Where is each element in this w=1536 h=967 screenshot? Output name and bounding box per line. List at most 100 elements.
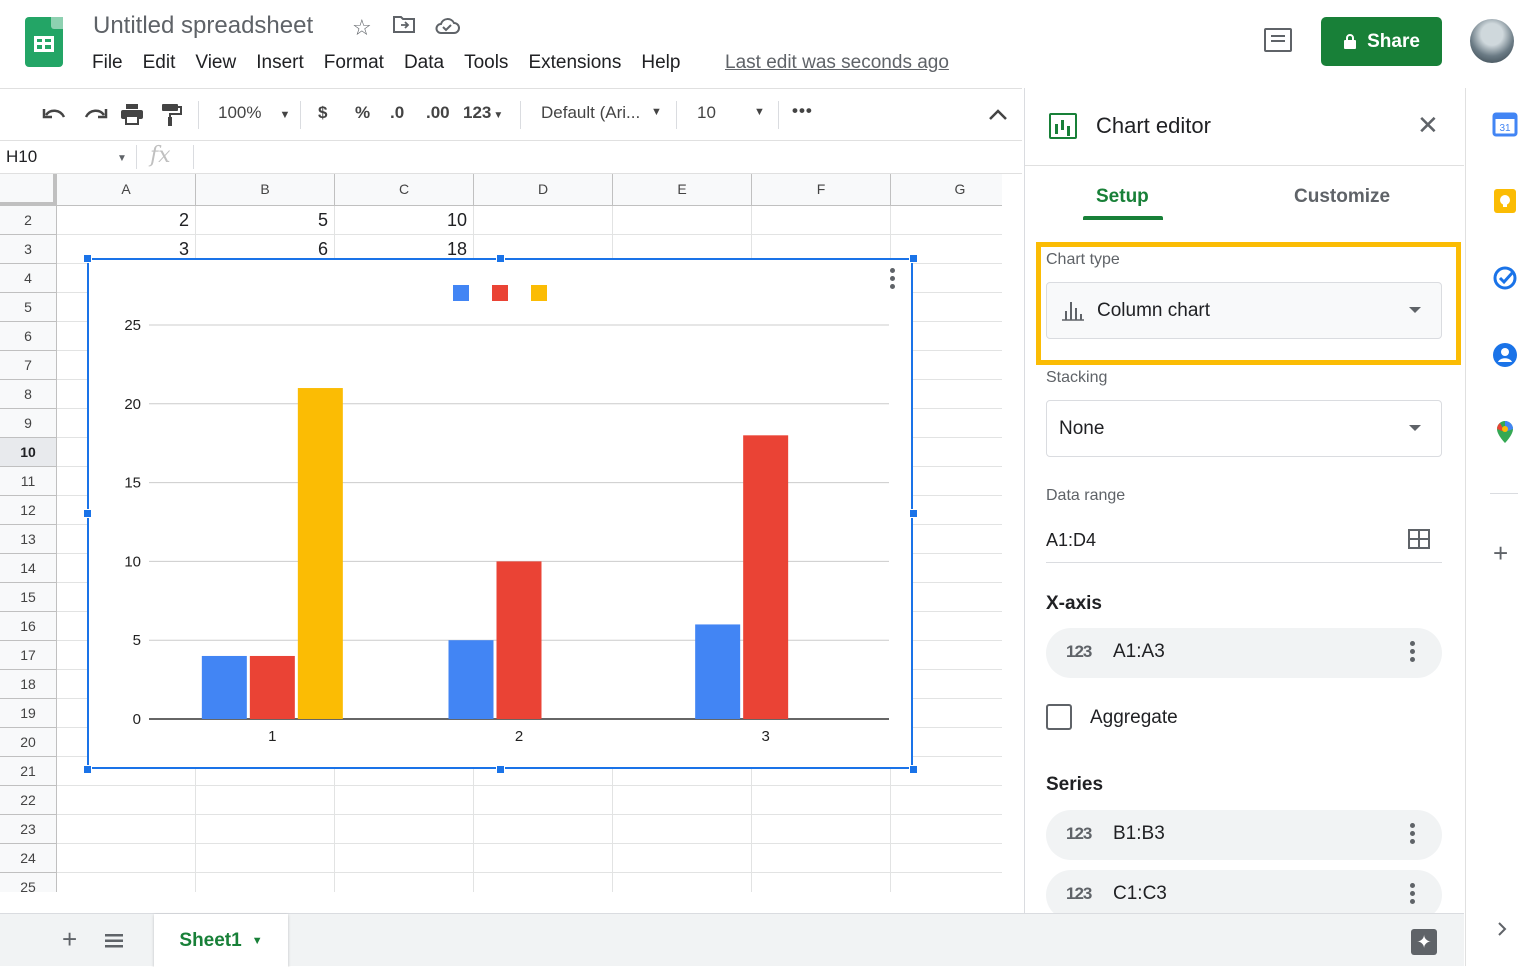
cell[interactable] [196, 844, 335, 873]
name-box[interactable]: H10 [6, 147, 37, 167]
menu-help[interactable]: Help [641, 52, 680, 76]
explore-icon[interactable]: ✦ [1411, 929, 1437, 955]
row-header-24[interactable]: 24 [0, 844, 57, 873]
cell[interactable] [335, 786, 474, 815]
aggregate-checkbox[interactable] [1046, 704, 1072, 730]
xaxis-range-pill[interactable]: 123 A1:A3 [1046, 628, 1442, 678]
resize-handle[interactable] [83, 765, 92, 774]
cell[interactable] [335, 815, 474, 844]
series-pill[interactable]: 123 B1:B3 [1046, 810, 1442, 860]
contacts-icon[interactable] [1492, 342, 1518, 368]
cell[interactable] [57, 873, 196, 892]
cell[interactable] [335, 844, 474, 873]
font-size-select[interactable]: 10 ▼ [697, 103, 767, 123]
row-header-9[interactable]: 9 [0, 409, 57, 438]
cell[interactable] [196, 786, 335, 815]
menu-edit[interactable]: Edit [143, 52, 176, 76]
embedded-chart[interactable]: 0 5 10 15 20 25 1 2 3 [87, 258, 913, 769]
cell[interactable] [196, 815, 335, 844]
row-header-14[interactable]: 14 [0, 554, 57, 583]
row-header-2[interactable]: 2 [0, 206, 57, 235]
resize-handle[interactable] [496, 765, 505, 774]
more-vert-icon[interactable] [1410, 823, 1415, 847]
cell[interactable] [891, 815, 1002, 844]
chevron-down-icon[interactable]: ▼ [117, 153, 127, 164]
column-header-b[interactable]: B [196, 174, 335, 206]
cell[interactable] [474, 786, 613, 815]
add-addon-icon[interactable]: + [1493, 538, 1508, 569]
stacking-dropdown[interactable]: None [1046, 400, 1442, 457]
row-header-16[interactable]: 16 [0, 612, 57, 641]
row-header-21[interactable]: 21 [0, 757, 57, 786]
cell[interactable] [891, 873, 1002, 892]
last-edit-link[interactable]: Last edit was seconds ago [725, 52, 949, 74]
comment-history-icon[interactable] [1264, 28, 1292, 52]
decrease-decimal-button[interactable]: .0 [390, 103, 404, 123]
maps-icon[interactable] [1492, 419, 1518, 445]
cell[interactable] [613, 786, 752, 815]
row-header-8[interactable]: 8 [0, 380, 57, 409]
font-select[interactable]: Default (Ari... ▼ [541, 103, 663, 123]
cell[interactable] [57, 786, 196, 815]
more-vert-icon[interactable] [1410, 883, 1415, 907]
zoom-select[interactable]: 100% ▼ [218, 103, 290, 123]
column-header-f[interactable]: F [752, 174, 891, 206]
keep-icon[interactable] [1492, 188, 1518, 214]
row-header-7[interactable]: 7 [0, 351, 57, 380]
menu-view[interactable]: View [195, 52, 236, 76]
resize-handle[interactable] [909, 509, 918, 518]
menu-file[interactable]: File [92, 52, 123, 76]
cell[interactable] [752, 815, 891, 844]
tab-customize[interactable]: Customize [1294, 186, 1390, 208]
cell[interactable] [474, 206, 613, 235]
sheet-tab-sheet1[interactable]: Sheet1 ▼ [154, 914, 288, 967]
cell[interactable] [613, 844, 752, 873]
cell[interactable] [752, 873, 891, 892]
document-title[interactable]: Untitled spreadsheet [93, 12, 313, 40]
row-header-11[interactable]: 11 [0, 467, 57, 496]
data-range-field[interactable]: A1:D4 [1046, 518, 1442, 563]
star-icon[interactable]: ☆ [352, 15, 372, 41]
undo-icon[interactable] [42, 105, 68, 125]
row-header-25[interactable]: 25 [0, 873, 57, 892]
column-header-g[interactable]: G [891, 174, 1002, 206]
more-options-icon[interactable]: ••• [792, 101, 813, 121]
cell[interactable] [57, 815, 196, 844]
cell[interactable]: 10 [335, 206, 474, 235]
cell[interactable]: 5 [196, 206, 335, 235]
row-header-18[interactable]: 18 [0, 670, 57, 699]
cell[interactable] [613, 873, 752, 892]
move-to-folder-icon[interactable] [393, 14, 415, 40]
menu-insert[interactable]: Insert [256, 52, 304, 76]
resize-handle[interactable] [83, 254, 92, 263]
row-header-22[interactable]: 22 [0, 786, 57, 815]
cell[interactable] [752, 206, 891, 235]
menu-extensions[interactable]: Extensions [528, 52, 621, 76]
column-header-d[interactable]: D [474, 174, 613, 206]
more-formats-button[interactable]: 123 ▼ [463, 103, 503, 123]
resize-handle[interactable] [909, 254, 918, 263]
row-header-4[interactable]: 4 [0, 264, 57, 293]
cell[interactable] [891, 206, 1002, 235]
select-all-corner[interactable] [0, 174, 57, 206]
cell[interactable] [335, 873, 474, 892]
row-header-10[interactable]: 10 [0, 438, 57, 467]
print-icon[interactable] [120, 103, 144, 125]
cell[interactable]: 2 [57, 206, 196, 235]
redo-icon[interactable] [82, 105, 108, 125]
avatar[interactable] [1470, 19, 1514, 63]
row-header-12[interactable]: 12 [0, 496, 57, 525]
resize-handle[interactable] [909, 765, 918, 774]
all-sheets-icon[interactable] [105, 933, 123, 949]
tasks-icon[interactable] [1492, 265, 1518, 291]
chevron-down-icon[interactable]: ▼ [252, 935, 263, 947]
cloud-status-icon[interactable] [434, 16, 460, 42]
add-sheet-icon[interactable]: + [62, 924, 77, 955]
increase-decimal-button[interactable]: .00 [426, 103, 450, 123]
cell[interactable] [613, 206, 752, 235]
close-icon[interactable]: ✕ [1417, 110, 1439, 141]
menu-format[interactable]: Format [324, 52, 384, 76]
currency-format-button[interactable]: $ [318, 103, 327, 123]
paint-format-icon[interactable] [160, 103, 182, 127]
row-header-13[interactable]: 13 [0, 525, 57, 554]
